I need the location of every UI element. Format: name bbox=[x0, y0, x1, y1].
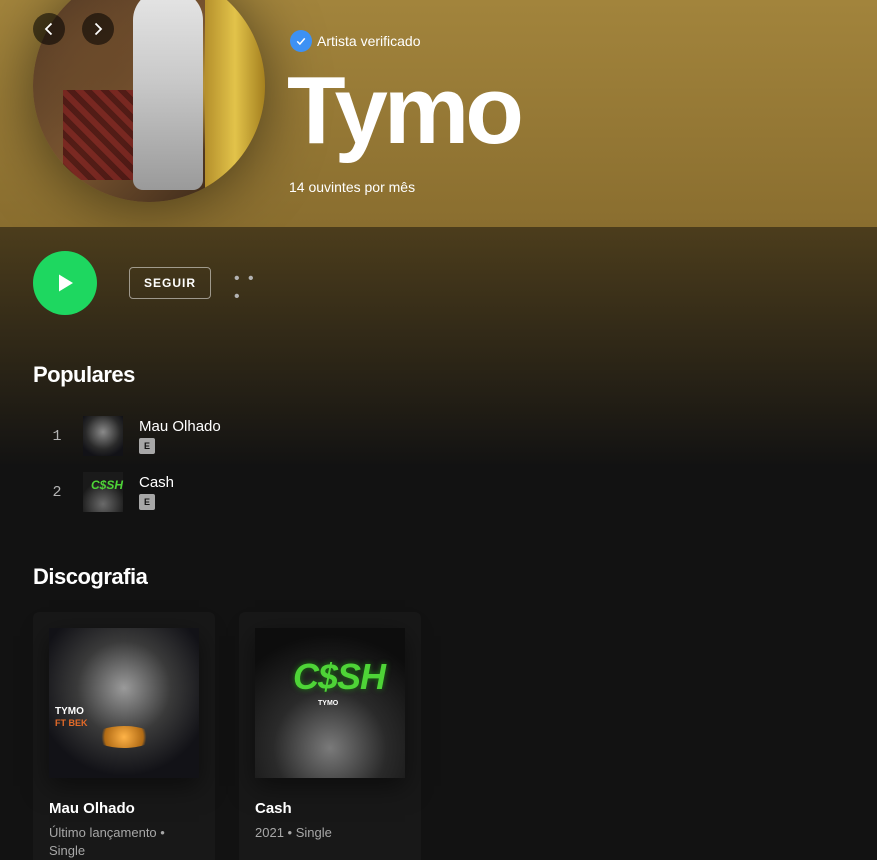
album-card[interactable]: TYMO FT BEK Mau Olhado Último lançamento… bbox=[33, 612, 215, 860]
album-subtitle: Último lançamento • Single bbox=[49, 825, 165, 858]
cover-text: C$SH bbox=[293, 656, 386, 697]
track-number: 1 bbox=[52, 427, 62, 445]
track-row[interactable]: 1 Mau Olhado E bbox=[33, 412, 853, 460]
album-title: Cash bbox=[255, 800, 292, 817]
explicit-badge: E bbox=[139, 494, 155, 510]
cover-text: TYMO bbox=[318, 700, 339, 707]
explicit-badge: E bbox=[139, 438, 155, 454]
chevron-right-icon bbox=[94, 22, 103, 36]
discography-title: Discografia bbox=[33, 564, 148, 589]
play-icon bbox=[59, 274, 73, 292]
album-subtitle: 2021 • Single bbox=[255, 825, 332, 840]
more-options-button[interactable]: • • • bbox=[234, 270, 268, 305]
artist-name: Tymo bbox=[287, 57, 524, 164]
track-title: Mau Olhado bbox=[139, 418, 221, 435]
back-button[interactable] bbox=[33, 13, 65, 45]
track-number: 2 bbox=[52, 483, 62, 501]
album-cover: TYMO FT BEK bbox=[49, 628, 199, 778]
avatar-person bbox=[133, 0, 203, 190]
verified-artist: Artista verificado bbox=[290, 30, 420, 52]
cover-text: C$SH bbox=[91, 478, 124, 492]
play-button[interactable] bbox=[33, 251, 97, 315]
artist-header: Artista verificado Tymo 14 ouvintes por … bbox=[0, 0, 877, 227]
verified-label: Artista verificado bbox=[317, 33, 421, 49]
track-title: Cash bbox=[139, 474, 175, 491]
artist-avatar bbox=[33, 0, 265, 202]
track-cover bbox=[83, 416, 123, 456]
track-row[interactable]: 2 C$SH Cash E bbox=[33, 468, 853, 516]
chevron-left-icon bbox=[44, 22, 53, 36]
album-title: Mau Olhado bbox=[49, 800, 135, 817]
follow-button[interactable]: SEGUIR bbox=[129, 267, 211, 299]
album-card[interactable]: C$SH TYMO Cash 2021 • Single bbox=[239, 612, 421, 860]
popular-title: Populares bbox=[33, 362, 135, 387]
album-cover: C$SH TYMO bbox=[255, 628, 405, 778]
forward-button[interactable] bbox=[82, 13, 114, 45]
avatar-curtain bbox=[205, 0, 265, 202]
monthly-listeners: 14 ouvintes por mês bbox=[289, 179, 416, 195]
cover-text: TYMO bbox=[55, 706, 84, 717]
cover-chain bbox=[94, 726, 154, 748]
track-cover: C$SH bbox=[83, 472, 123, 512]
verified-check-icon bbox=[290, 30, 312, 52]
cover-text: FT BEK bbox=[55, 718, 88, 728]
